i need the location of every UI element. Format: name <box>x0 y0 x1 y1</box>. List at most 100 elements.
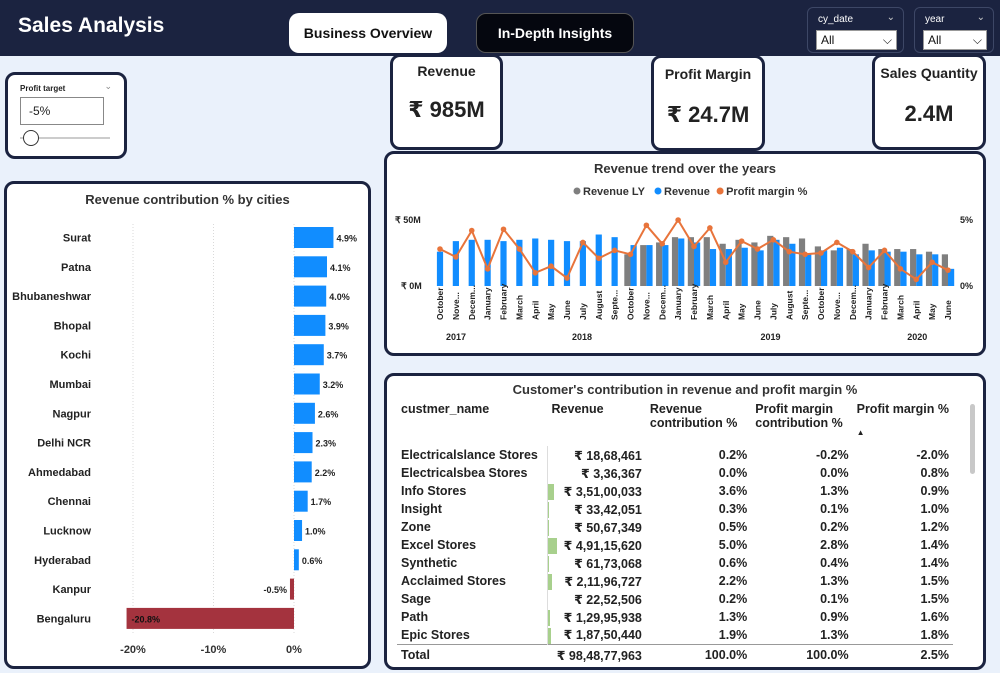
city-bar[interactable] <box>294 549 299 571</box>
revenue-ly-bar[interactable] <box>783 237 790 286</box>
profit-margin-point[interactable] <box>707 225 713 231</box>
revenue-bar[interactable] <box>678 238 685 286</box>
chevron-down-icon[interactable]: ⌄ <box>887 12 895 23</box>
profit-target-slider-handle[interactable] <box>23 130 39 146</box>
revenue-ly-bar[interactable] <box>624 254 631 286</box>
revenue-ly-bar[interactable] <box>830 250 837 286</box>
revenue-ly-bar[interactable] <box>703 237 710 286</box>
revenue-bar[interactable] <box>646 245 653 286</box>
city-bar[interactable] <box>289 578 294 600</box>
profit-margin-point[interactable] <box>453 254 459 260</box>
profit-margin-point[interactable] <box>500 226 507 233</box>
profit-margin-point[interactable] <box>627 251 634 258</box>
col-header-profit-margin-contribution[interactable]: Profit margin contribution % <box>751 402 852 446</box>
city-bar[interactable] <box>294 402 315 424</box>
profit-margin-point[interactable] <box>818 250 824 256</box>
revenue-bar[interactable] <box>662 245 669 286</box>
profit-margin-point[interactable] <box>929 259 935 266</box>
profit-margin-point[interactable] <box>738 238 745 244</box>
legend-label[interactable]: Revenue <box>664 186 710 198</box>
city-bar[interactable] <box>294 432 313 454</box>
profit-margin-point[interactable] <box>611 247 618 254</box>
profit-target-input[interactable]: -5% <box>20 97 104 125</box>
in-depth-insights-button[interactable]: In-Depth Insights <box>476 13 634 53</box>
profit-margin-point[interactable] <box>643 222 650 229</box>
table-row[interactable]: Synthetic ₹ 61,73,068 0.6% 0.4% 1.4% <box>397 554 953 572</box>
profit-margin-point[interactable] <box>564 275 570 281</box>
table-row[interactable]: Info Stores ₹ 3,51,00,033 3.6% 1.3% 0.9% <box>397 482 953 500</box>
legend-label[interactable]: Revenue LY <box>583 186 646 198</box>
revenue-bar[interactable] <box>932 254 939 286</box>
table-row[interactable]: Sage ₹ 22,52,506 0.2% 0.1% 1.5% <box>397 590 953 608</box>
col-header-profit-margin-pct[interactable]: Profit margin % ▲ <box>853 402 953 446</box>
revenue-bar[interactable] <box>805 254 812 286</box>
profit-margin-point[interactable] <box>786 248 793 255</box>
chevron-down-icon[interactable]: ⌄ <box>104 81 112 92</box>
year-slicer[interactable]: year ⌄ All ⌵ <box>914 7 994 53</box>
table-row[interactable]: Zone ₹ 50,67,349 0.5% 0.2% 1.2% <box>397 518 953 536</box>
city-bar[interactable] <box>294 285 327 307</box>
table-row[interactable]: Path ₹ 1,29,95,938 1.3% 0.9% 1.6% <box>397 608 953 626</box>
revenue-ly-bar[interactable] <box>798 238 806 286</box>
profit-margin-point[interactable] <box>675 217 681 223</box>
profit-margin-point[interactable] <box>595 255 602 262</box>
revenue-bar[interactable] <box>757 250 764 286</box>
table-row[interactable]: Insight ₹ 33,42,051 0.3% 0.1% 1.0% <box>397 500 953 518</box>
table-row[interactable]: Epic Stores ₹ 1,87,50,440 1.9% 1.3% 1.8% <box>397 626 953 644</box>
profit-margin-point[interactable] <box>722 259 729 266</box>
revenue-bar[interactable] <box>532 238 539 286</box>
profit-margin-point[interactable] <box>548 263 554 269</box>
profit-margin-point[interactable] <box>691 243 697 250</box>
profit-margin-point[interactable] <box>532 270 539 276</box>
profit-margin-point[interactable] <box>897 266 904 272</box>
profit-margin-point[interactable] <box>580 239 586 246</box>
revenue-ly-bar[interactable] <box>656 242 663 286</box>
business-overview-button[interactable]: Business Overview <box>289 13 447 53</box>
table-row[interactable]: Acclaimed Stores ₹ 2,11,96,727 2.2% 1.3% 1.5… <box>397 572 953 590</box>
cy-date-slicer[interactable]: cy_date ⌄ All ⌵ <box>807 7 904 53</box>
col-header-revenue[interactable]: Revenue <box>548 402 646 446</box>
city-bar[interactable] <box>294 373 320 395</box>
table-row[interactable]: Electricalsbea Stores ₹ 3,36,367 0.0% 0.0% 0… <box>397 464 953 482</box>
table-scrollbar[interactable] <box>970 404 975 474</box>
revenue-bar[interactable] <box>548 239 555 286</box>
revenue-bar[interactable] <box>468 239 475 286</box>
col-header-name[interactable]: custmer_name <box>397 402 548 446</box>
revenue-bar[interactable] <box>821 250 828 286</box>
city-bar[interactable] <box>294 344 324 366</box>
profit-margin-point[interactable] <box>770 237 777 243</box>
revenue-bar[interactable] <box>611 237 618 286</box>
profit-margin-point[interactable] <box>437 246 443 252</box>
profit-margin-point[interactable] <box>865 264 872 271</box>
profit-margin-point[interactable] <box>913 276 920 283</box>
year-dropdown[interactable]: All ⌵ <box>923 30 987 50</box>
city-bar[interactable] <box>294 256 328 278</box>
city-bar[interactable] <box>294 461 312 483</box>
revenue-bar[interactable] <box>452 241 459 286</box>
table-row[interactable]: Electricalslance Stores ₹ 18,68,461 0.2% -0… <box>397 446 953 464</box>
city-bar[interactable] <box>294 314 326 336</box>
revenue-bar[interactable] <box>852 254 859 286</box>
revenue-bar[interactable] <box>709 249 717 286</box>
revenue-ly-bar[interactable] <box>846 249 853 286</box>
revenue-bar[interactable] <box>436 251 444 286</box>
revenue-bar[interactable] <box>773 239 780 286</box>
profit-margin-point[interactable] <box>516 246 523 252</box>
profit-margin-point[interactable] <box>881 247 888 254</box>
profit-margin-point[interactable] <box>802 251 808 258</box>
cy-date-dropdown[interactable]: All ⌵ <box>816 30 897 50</box>
profit-margin-point[interactable] <box>834 239 840 246</box>
sort-ascending-icon[interactable]: ▲ <box>857 428 865 437</box>
city-bar[interactable] <box>294 227 334 248</box>
profit-margin-point[interactable] <box>484 266 491 272</box>
profit-margin-point[interactable] <box>945 267 951 273</box>
profit-margin-point[interactable] <box>754 246 761 252</box>
profit-margin-point[interactable] <box>468 227 475 234</box>
revenue-ly-bar[interactable] <box>671 237 679 286</box>
revenue-ly-bar[interactable] <box>640 245 647 286</box>
revenue-bar[interactable] <box>500 241 507 286</box>
col-header-revenue-contribution[interactable]: Revenue contribution % <box>646 402 751 446</box>
legend-label[interactable]: Profit margin % <box>726 186 808 198</box>
city-bar[interactable] <box>294 520 303 541</box>
chevron-down-icon[interactable]: ⌄ <box>977 12 985 23</box>
